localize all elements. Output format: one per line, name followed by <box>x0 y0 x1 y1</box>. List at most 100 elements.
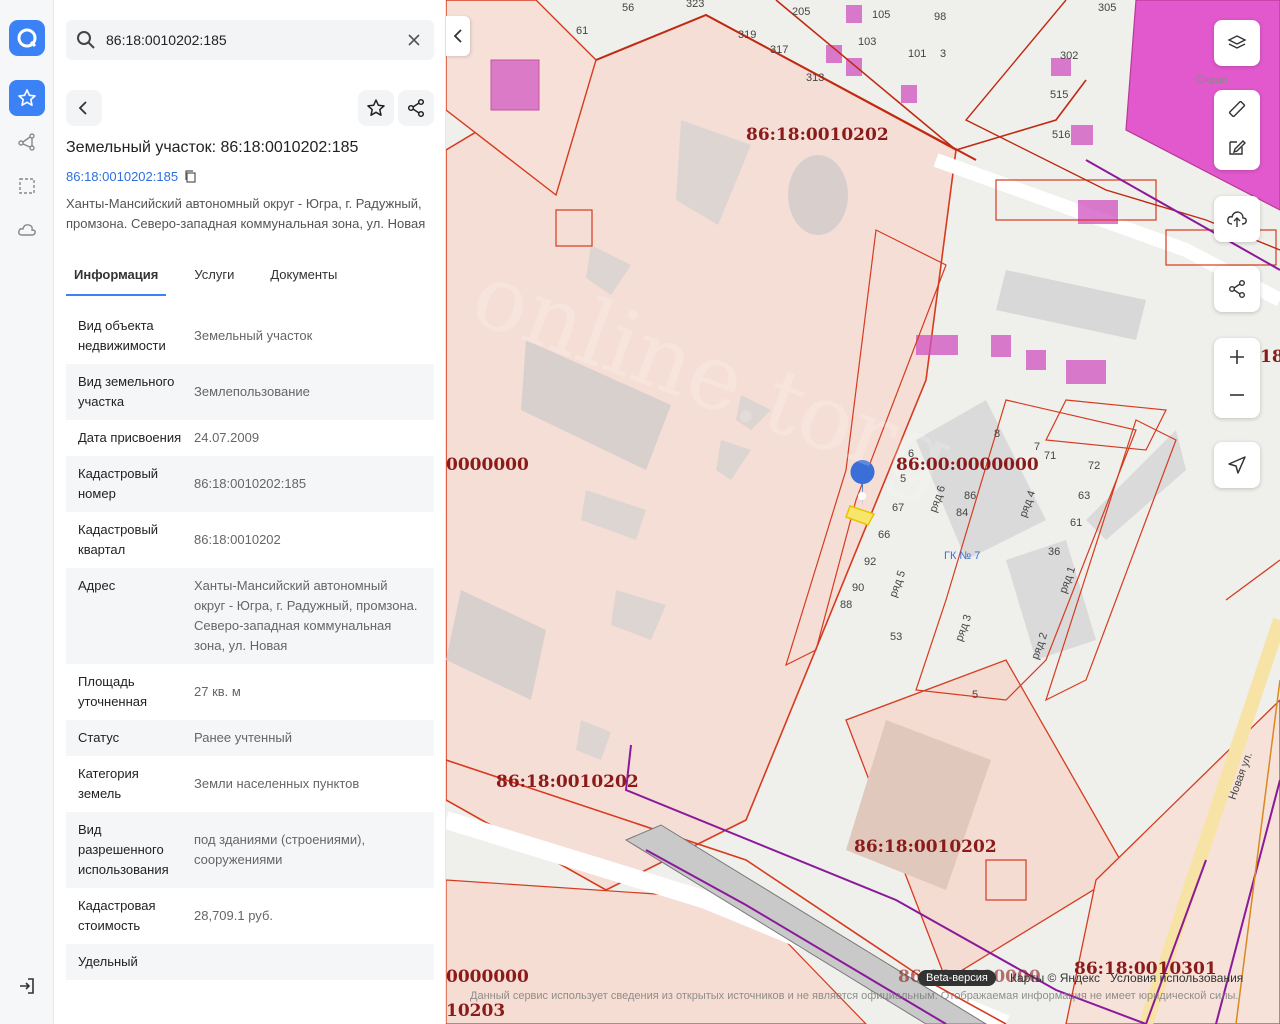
house-number: 3 <box>940 48 947 60</box>
cadastral-number-text[interactable]: 86:18:0010202:185 <box>66 169 178 184</box>
cadastral-quarter-label: 18 <box>1260 347 1280 367</box>
house-number: 6 <box>908 448 915 460</box>
table-row: Категория земель Земли населенных пунктов <box>66 756 434 812</box>
navigation-arrow-icon[interactable] <box>1214 442 1260 488</box>
add-favorite-button[interactable] <box>358 90 394 126</box>
layers-icon[interactable] <box>1214 20 1260 66</box>
zoom-in-icon[interactable] <box>1214 338 1260 376</box>
house-number: 63 <box>1078 490 1091 502</box>
info-key: Вид объекта недвижимости <box>78 318 166 353</box>
cadastral-number-link[interactable]: 86:18:0010202:185 <box>66 169 197 184</box>
selection-area-icon[interactable] <box>9 168 45 204</box>
map-attribution: Карты © Яндекс Условия использования <box>1010 971 1243 985</box>
table-row: Удельный <box>66 944 434 980</box>
layers-control[interactable] <box>1214 20 1260 66</box>
cadastral-quarter-label: 0000000 <box>446 967 529 987</box>
cadastral-quarter-label: 0000000 <box>446 455 529 475</box>
table-row: Кадастровая стоимость 28,709.1 руб. <box>66 888 434 944</box>
zoom-out-icon[interactable] <box>1214 376 1260 414</box>
search-input[interactable] <box>106 32 396 48</box>
info-value: Землепользование <box>194 384 310 399</box>
share-icon <box>407 98 425 118</box>
info-value: Ранее учтенный <box>194 730 292 745</box>
cadastral-map[interactable]: online.torg 86:18:0010202 86:00:0000000 … <box>446 0 1280 1024</box>
share-map-control[interactable] <box>1214 266 1260 312</box>
house-number: 56 <box>622 2 635 14</box>
map-canvas: online.torg <box>446 0 1280 1024</box>
share-icon[interactable] <box>1214 266 1260 312</box>
info-value: 28,709.1 руб. <box>194 908 274 923</box>
info-key: Категория земель <box>78 766 139 801</box>
edit-icon[interactable] <box>1214 128 1260 166</box>
share-button[interactable] <box>398 90 434 126</box>
route-icon[interactable] <box>9 124 45 160</box>
house-number: 305 <box>1098 2 1117 14</box>
house-number: 66 <box>878 529 891 541</box>
house-number: 105 <box>872 9 891 21</box>
upload-control[interactable] <box>1214 196 1260 242</box>
collapse-panel-button[interactable] <box>446 16 470 56</box>
house-number: 317 <box>770 44 789 56</box>
cadastral-quarter-label: 86:18:0010202 <box>746 125 889 145</box>
back-button[interactable] <box>66 90 102 126</box>
info-key: Удельный <box>78 954 138 969</box>
house-number: 313 <box>806 72 825 84</box>
info-value: 24.07.2009 <box>194 430 260 445</box>
table-row: Площадь уточненная 27 кв. м <box>66 664 434 720</box>
cadastral-quarter-label: 86:18:0010202 <box>496 772 639 792</box>
copy-icon[interactable] <box>184 170 197 183</box>
star-icon <box>367 99 385 116</box>
copyright-text[interactable]: Карты © Яндекс <box>1010 971 1100 985</box>
info-value: 86:18:0010202:185 <box>194 476 307 491</box>
zoom-control <box>1214 338 1260 418</box>
house-number: 88 <box>840 599 853 611</box>
info-value: Земли населенных пунктов <box>194 776 360 791</box>
house-number: 101 <box>908 48 927 60</box>
house-number: 92 <box>864 556 877 568</box>
house-number: 515 <box>1050 89 1069 101</box>
info-key: Вид разрешенного использования <box>78 822 169 877</box>
terms-link[interactable]: Условия использования <box>1110 971 1243 985</box>
info-key: Дата присвоения <box>78 430 182 445</box>
table-row: Адрес Ханты-Мансийский автономный округ -… <box>66 568 434 664</box>
cadastral-quarter-label: 86:18:0010202 <box>854 837 997 857</box>
tab-services[interactable]: Услуги <box>186 262 242 296</box>
house-number: 7 <box>1034 441 1041 453</box>
house-number: 8 <box>994 428 1001 440</box>
app-logo-icon[interactable] <box>9 20 45 56</box>
info-key: Адрес <box>78 578 116 593</box>
house-number: 516 <box>1052 129 1071 141</box>
clear-search-icon[interactable] <box>404 30 424 50</box>
house-number: 319 <box>738 29 757 41</box>
poi-label: Океан <box>1196 74 1228 86</box>
geolocation-control[interactable] <box>1214 442 1260 488</box>
property-panel: Земельный участок: 86:18:0010202:185 86:… <box>54 0 446 1024</box>
address-text: Ханты-Мансийский автономный округ - Югра… <box>66 196 426 231</box>
chevron-left-icon <box>453 29 462 43</box>
info-key: Вид земельного участка <box>78 374 175 409</box>
table-row: Кадастровый квартал 86:18:0010202 <box>66 512 434 568</box>
house-number: 205 <box>792 6 811 18</box>
page-title: Земельный участок: 86:18:0010202:185 <box>66 139 359 156</box>
tab-documents[interactable]: Документы <box>262 262 345 296</box>
house-number: 90 <box>852 582 865 594</box>
house-number: 71 <box>1044 450 1057 462</box>
info-key: Площадь уточненная <box>78 674 148 709</box>
house-number: 323 <box>686 0 705 10</box>
house-number: 36 <box>1048 546 1061 558</box>
tab-information[interactable]: Информация <box>66 262 167 296</box>
left-rail <box>0 0 54 1024</box>
favorites-star-icon[interactable] <box>9 80 45 116</box>
house-number: 84 <box>956 507 969 519</box>
info-key: Статус <box>78 730 120 745</box>
cloud-icon[interactable] <box>9 212 45 248</box>
info-value: 27 кв. м <box>194 684 241 699</box>
poi-label: ГК № 7 <box>944 550 981 562</box>
cloud-upload-icon[interactable] <box>1214 196 1260 242</box>
beta-badge: Beta-версия <box>918 970 996 986</box>
search-bar <box>66 20 434 60</box>
login-icon[interactable] <box>9 968 45 1004</box>
ruler-icon[interactable] <box>1214 90 1260 128</box>
house-number: 86 <box>964 490 977 502</box>
search-icon <box>76 30 96 50</box>
